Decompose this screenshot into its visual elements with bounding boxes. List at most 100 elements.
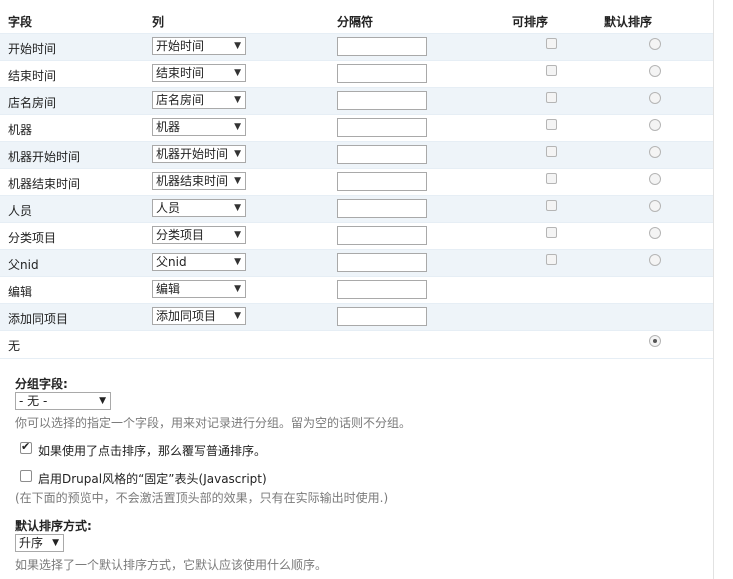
field-name: 分类项目 xyxy=(8,231,57,245)
sortable-checkbox[interactable] xyxy=(546,119,557,130)
column-select[interactable]: 编辑 ▼ xyxy=(152,280,246,298)
field-name: 添加同项目 xyxy=(8,312,69,326)
header-field: 字段 xyxy=(8,15,33,29)
chevron-down-icon: ▼ xyxy=(234,203,241,213)
column-select[interactable]: 机器 ▼ xyxy=(152,118,246,136)
column-select[interactable]: 开始时间 ▼ xyxy=(152,37,246,55)
override-sort-label: 如果使用了点击排序，那么覆写普通排序。 xyxy=(38,444,267,458)
separator-input[interactable] xyxy=(337,172,427,191)
grouping-field-value: - 无 - xyxy=(19,394,48,408)
table-row: 机器结束时间 机器结束时间 ▼ xyxy=(0,168,713,196)
override-sort-checkbox[interactable] xyxy=(20,440,32,454)
sortable-checkbox[interactable] xyxy=(546,254,557,265)
sortable-checkbox[interactable] xyxy=(546,92,557,103)
field-name: 机器结束时间 xyxy=(8,177,81,191)
column-select-value: 机器 xyxy=(156,120,181,134)
table-row: 人员 人员 ▼ xyxy=(0,195,713,223)
field-name: 父nid xyxy=(8,258,39,272)
column-select[interactable]: 父nid ▼ xyxy=(152,253,246,271)
default-sort-order-label: 默认排序方式: xyxy=(15,519,92,533)
chevron-down-icon: ▼ xyxy=(234,68,241,78)
column-select-value: 编辑 xyxy=(156,282,181,296)
field-name: 店名房间 xyxy=(8,96,57,110)
sortable-checkbox[interactable] xyxy=(546,65,557,76)
column-select[interactable]: 添加同项目 ▼ xyxy=(152,307,246,325)
default-sort-radio[interactable] xyxy=(649,38,661,50)
chevron-down-icon: ▼ xyxy=(234,95,241,105)
separator-input[interactable] xyxy=(337,199,427,218)
default-sort-radio[interactable] xyxy=(649,200,661,212)
table-row: 父nid 父nid ▼ xyxy=(0,249,713,277)
separator-input[interactable] xyxy=(337,64,427,83)
column-select-value: 机器开始时间 xyxy=(156,147,229,161)
grouping-field-label: 分组字段: xyxy=(15,377,68,391)
sortable-checkbox[interactable] xyxy=(546,173,557,184)
field-name: 结束时间 xyxy=(8,69,57,83)
default-sort-radio[interactable] xyxy=(649,254,661,266)
chevron-down-icon: ▼ xyxy=(234,230,241,240)
table-row: 编辑 编辑 ▼ xyxy=(0,276,713,304)
table-header: 字段 列 分隔符 可排序 默认排序 xyxy=(0,6,713,32)
chevron-down-icon: ▼ xyxy=(234,257,241,267)
sortable-checkbox[interactable] xyxy=(546,227,557,238)
field-name: 机器开始时间 xyxy=(8,150,81,164)
table-row: 无 xyxy=(0,330,713,358)
chevron-down-icon: ▼ xyxy=(234,284,241,294)
default-sort-radio[interactable] xyxy=(649,173,661,185)
column-select-value: 父nid xyxy=(156,255,187,269)
sticky-header-description: (在下面的预览中，不会激活置顶头部的效果，只有在实际输出时使用.) xyxy=(15,491,389,505)
chevron-down-icon: ▼ xyxy=(234,176,241,186)
table-bottom-divider xyxy=(0,358,713,359)
separator-input[interactable] xyxy=(337,280,427,299)
table-row: 开始时间 开始时间 ▼ xyxy=(0,33,713,61)
column-select-value: 结束时间 xyxy=(156,66,205,80)
chevron-down-icon: ▼ xyxy=(234,122,241,132)
default-sort-radio[interactable] xyxy=(649,65,661,77)
separator-input[interactable] xyxy=(337,307,427,326)
default-sort-radio[interactable] xyxy=(649,119,661,131)
field-name: 开始时间 xyxy=(8,42,57,56)
field-name: 人员 xyxy=(8,204,33,218)
table-row: 添加同项目 添加同项目 ▼ xyxy=(0,303,713,331)
column-select[interactable]: 人员 ▼ xyxy=(152,199,246,217)
table-row: 机器开始时间 机器开始时间 ▼ xyxy=(0,141,713,169)
field-name: 编辑 xyxy=(8,285,33,299)
column-select-value: 分类项目 xyxy=(156,228,205,242)
sticky-header-label: 启用Drupal风格的“固定”表头(Javascript) xyxy=(38,472,267,486)
table-row: 店名房间 店名房间 ▼ xyxy=(0,87,713,115)
separator-input[interactable] xyxy=(337,37,427,56)
column-select[interactable]: 机器结束时间 ▼ xyxy=(152,172,246,190)
column-select[interactable]: 机器开始时间 ▼ xyxy=(152,145,246,163)
column-select[interactable]: 店名房间 ▼ xyxy=(152,91,246,109)
sortable-checkbox[interactable] xyxy=(546,200,557,211)
default-sort-radio[interactable] xyxy=(649,335,661,347)
separator-input[interactable] xyxy=(337,253,427,272)
field-name: 无 xyxy=(8,339,21,353)
table-row: 结束时间 结束时间 ▼ xyxy=(0,60,713,88)
default-sort-radio[interactable] xyxy=(649,227,661,239)
header-column: 列 xyxy=(152,15,165,29)
table-row: 分类项目 分类项目 ▼ xyxy=(0,222,713,250)
header-sortable: 可排序 xyxy=(512,15,549,29)
default-sort-radio[interactable] xyxy=(649,92,661,104)
column-select[interactable]: 结束时间 ▼ xyxy=(152,64,246,82)
column-select[interactable]: 分类项目 ▼ xyxy=(152,226,246,244)
column-select-value: 店名房间 xyxy=(156,93,205,107)
grouping-field-select[interactable]: - 无 - ▼ xyxy=(15,392,111,410)
separator-input[interactable] xyxy=(337,118,427,137)
column-select-value: 开始时间 xyxy=(156,39,205,53)
sortable-checkbox[interactable] xyxy=(546,38,557,49)
field-name: 机器 xyxy=(8,123,33,137)
header-default-sort: 默认排序 xyxy=(604,15,653,29)
column-select-value: 人员 xyxy=(156,201,181,215)
table-row: 机器 机器 ▼ xyxy=(0,114,713,142)
sortable-checkbox[interactable] xyxy=(546,146,557,157)
separator-input[interactable] xyxy=(337,145,427,164)
sticky-header-checkbox[interactable] xyxy=(20,470,32,482)
separator-input[interactable] xyxy=(337,226,427,245)
column-select-value: 机器结束时间 xyxy=(156,174,229,188)
separator-input[interactable] xyxy=(337,91,427,110)
grouping-field-description: 你可以选择的指定一个字段，用来对记录进行分组。留为空的话则不分组。 xyxy=(15,416,412,430)
default-sort-order-select[interactable]: 升序 ▼ xyxy=(15,534,64,552)
default-sort-radio[interactable] xyxy=(649,146,661,158)
